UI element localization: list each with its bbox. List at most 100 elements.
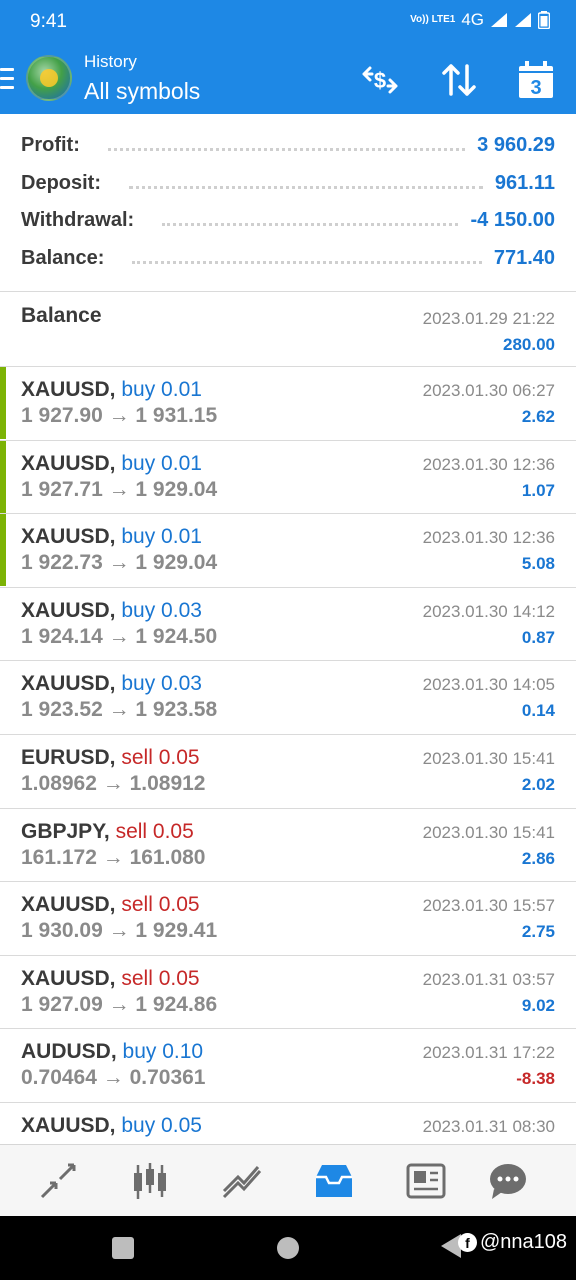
deal-symbol-line: EURUSD, sell 0.05 xyxy=(21,746,200,770)
status-bar: 9:41 Vo)) LTE1 4G xyxy=(0,0,576,44)
network-label: 4G xyxy=(461,10,484,29)
system-nav-bar: f @nna108 xyxy=(0,1216,576,1280)
deposit-exchange-icon[interactable]: $ xyxy=(358,58,402,102)
deal-prices: 1 922.73 → 1 929.04 xyxy=(21,551,218,574)
deal-direction: sell 0.05 xyxy=(121,893,200,916)
deal-symbol: GBPJPY, xyxy=(21,820,110,843)
deal-symbol: XAUUSD, xyxy=(21,525,116,548)
deal-direction: buy 0.03 xyxy=(121,599,202,622)
deal-symbol-line: XAUUSD, buy 0.01 xyxy=(21,452,202,476)
deal-prices: 161.172 → 161.080 xyxy=(21,846,206,869)
deal-prices: 1 924.14 → 1 924.50 xyxy=(21,625,218,648)
trade-icon[interactable] xyxy=(36,1159,80,1203)
calendar-icon[interactable]: 3 xyxy=(514,58,558,102)
deal-symbol-line: XAUUSD, buy 0.01 xyxy=(21,378,202,402)
deal-direction: sell 0.05 xyxy=(115,820,194,843)
home-button[interactable] xyxy=(277,1237,299,1259)
summary-row-balance: Balance: 771.40 xyxy=(21,243,555,273)
deal-time: 2023.01.30 12:36 xyxy=(422,528,555,547)
summary-value: 771.40 xyxy=(493,246,555,269)
chat-icon[interactable] xyxy=(486,1159,530,1203)
deal-symbol: XAUUSD, xyxy=(21,893,116,916)
deal-row[interactable]: EURUSD, sell 0.05 1.08962 → 1.08912 2023.0… xyxy=(0,735,576,807)
deal-symbol-line: XAUUSD, buy 0.03 xyxy=(21,599,202,623)
recents-button[interactable] xyxy=(112,1237,134,1259)
summary-label: Profit: xyxy=(21,133,80,156)
summary-value: 961.11 xyxy=(494,171,555,194)
status-time: 9:41 xyxy=(30,11,67,32)
history-icon[interactable] xyxy=(312,1159,356,1203)
sort-icon[interactable] xyxy=(437,58,481,102)
battery-icon xyxy=(538,11,550,29)
deal-time: 2023.01.30 15:41 xyxy=(422,823,555,842)
deal-time: 2023.01.30 14:05 xyxy=(422,675,555,694)
deal-profit: 5.08 xyxy=(521,554,555,573)
deal-time: 2023.01.30 15:57 xyxy=(422,896,555,915)
deal-prices: 1 930.09 → 1 929.41 xyxy=(21,919,218,942)
summary-label: Withdrawal: xyxy=(21,208,135,231)
deal-direction: buy 0.05 xyxy=(121,1114,202,1137)
deal-profit: 0.87 xyxy=(521,628,555,647)
deal-symbol-line: GBPJPY, sell 0.05 xyxy=(21,820,194,844)
deal-symbol-line: XAUUSD, buy 0.05 xyxy=(21,1114,202,1138)
deal-row[interactable]: AUDUSD, buy 0.10 0.70464 → 0.70361 2023.01… xyxy=(0,1029,576,1101)
deal-profit: 0.14 xyxy=(521,701,555,720)
deal-row[interactable]: XAUUSD, buy 0.01 1 927.71 → 1 929.04 2023.… xyxy=(0,441,576,513)
deal-row[interactable]: XAUUSD, buy 0.03 1 923.52 → 1 923.58 2023.… xyxy=(0,661,576,733)
open-position-marker xyxy=(0,514,6,586)
deal-row[interactable]: GBPJPY, sell 0.05 161.172 → 161.080 2023.0… xyxy=(0,809,576,881)
page-subtitle: History xyxy=(84,52,137,71)
balance-entry[interactable]: Balance 2023.01.29 21:22 280.00 xyxy=(0,292,576,364)
metatrader-logo xyxy=(26,55,72,101)
open-position-marker xyxy=(0,441,6,513)
deal-prices: 0.70464 → 0.70361 xyxy=(21,1066,206,1089)
summary-row-withdrawal: Withdrawal: -4 150.00 xyxy=(21,205,555,235)
deal-row[interactable]: XAUUSD, buy 0.01 1 922.73 → 1 929.04 2023.… xyxy=(0,514,576,586)
deal-symbol: AUDUSD, xyxy=(21,1040,117,1063)
summary-label: Deposit: xyxy=(21,171,101,194)
dots-leader xyxy=(129,185,483,189)
deal-symbol-line: XAUUSD, sell 0.05 xyxy=(21,893,200,917)
deal-time: 2023.01.31 08:30 xyxy=(422,1117,555,1136)
status-icons: Vo)) LTE1 4G xyxy=(410,10,550,30)
dots-leader xyxy=(132,260,482,264)
watermark-handle: @nna108 xyxy=(480,1231,568,1253)
deal-row[interactable]: XAUUSD, sell 0.05 1 930.09 → 1 929.41 2023… xyxy=(0,882,576,954)
deal-time: 2023.01.30 06:27 xyxy=(422,381,555,400)
deal-symbol-line: AUDUSD, buy 0.10 xyxy=(21,1040,203,1064)
deal-row[interactable]: XAUUSD, sell 0.05 1 927.09 → 1 924.86 2023… xyxy=(0,956,576,1028)
summary-panel: Profit: 3 960.29 Deposit: 961.11 Withdra… xyxy=(0,114,576,290)
volte-indicator: Vo)) LTE1 xyxy=(410,14,456,25)
quotes-icon[interactable] xyxy=(128,1159,172,1203)
deal-profit: 2.86 xyxy=(521,849,555,868)
page-title[interactable]: All symbols xyxy=(84,78,200,105)
summary-value: -4 150.00 xyxy=(470,208,555,231)
deal-profit: 1.07 xyxy=(521,481,555,500)
deal-symbol-line: XAUUSD, sell 0.05 xyxy=(21,967,200,991)
deal-profit: -8.38 xyxy=(516,1069,555,1088)
deal-direction: sell 0.05 xyxy=(121,967,200,990)
deal-profit: 2.62 xyxy=(521,407,555,426)
deal-symbol: XAUUSD, xyxy=(21,599,116,622)
deal-profit: 9.02 xyxy=(521,996,555,1015)
balance-entry-time: 2023.01.29 21:22 xyxy=(422,309,555,328)
bottom-nav xyxy=(0,1144,576,1217)
deal-symbol: XAUUSD, xyxy=(21,452,116,475)
deal-row[interactable]: XAUUSD, buy 0.03 1 924.14 → 1 924.50 2023.… xyxy=(0,588,576,660)
dots-leader xyxy=(162,222,459,226)
summary-value: 3 960.29 xyxy=(477,133,555,156)
deal-time: 2023.01.31 03:57 xyxy=(422,970,555,989)
calendar-day: 3 xyxy=(530,77,541,99)
summary-row-profit: Profit: 3 960.29 xyxy=(21,130,555,160)
chart-icon[interactable] xyxy=(220,1159,264,1203)
deal-row[interactable]: XAUUSD, buy 0.01 1 927.90 → 1 931.15 2023.… xyxy=(0,367,576,439)
deal-symbol: XAUUSD, xyxy=(21,1114,116,1137)
deal-time: 2023.01.30 15:41 xyxy=(422,749,555,768)
deal-prices: 1 927.90 → 1 931.15 xyxy=(21,404,218,427)
menu-icon[interactable] xyxy=(0,68,14,90)
deal-symbol: XAUUSD, xyxy=(21,967,116,990)
news-icon[interactable] xyxy=(404,1159,448,1203)
watermark: f @nna108 xyxy=(458,1231,567,1254)
open-position-marker xyxy=(0,367,6,439)
deal-prices: 1 927.09 → 1 924.86 xyxy=(21,993,218,1016)
